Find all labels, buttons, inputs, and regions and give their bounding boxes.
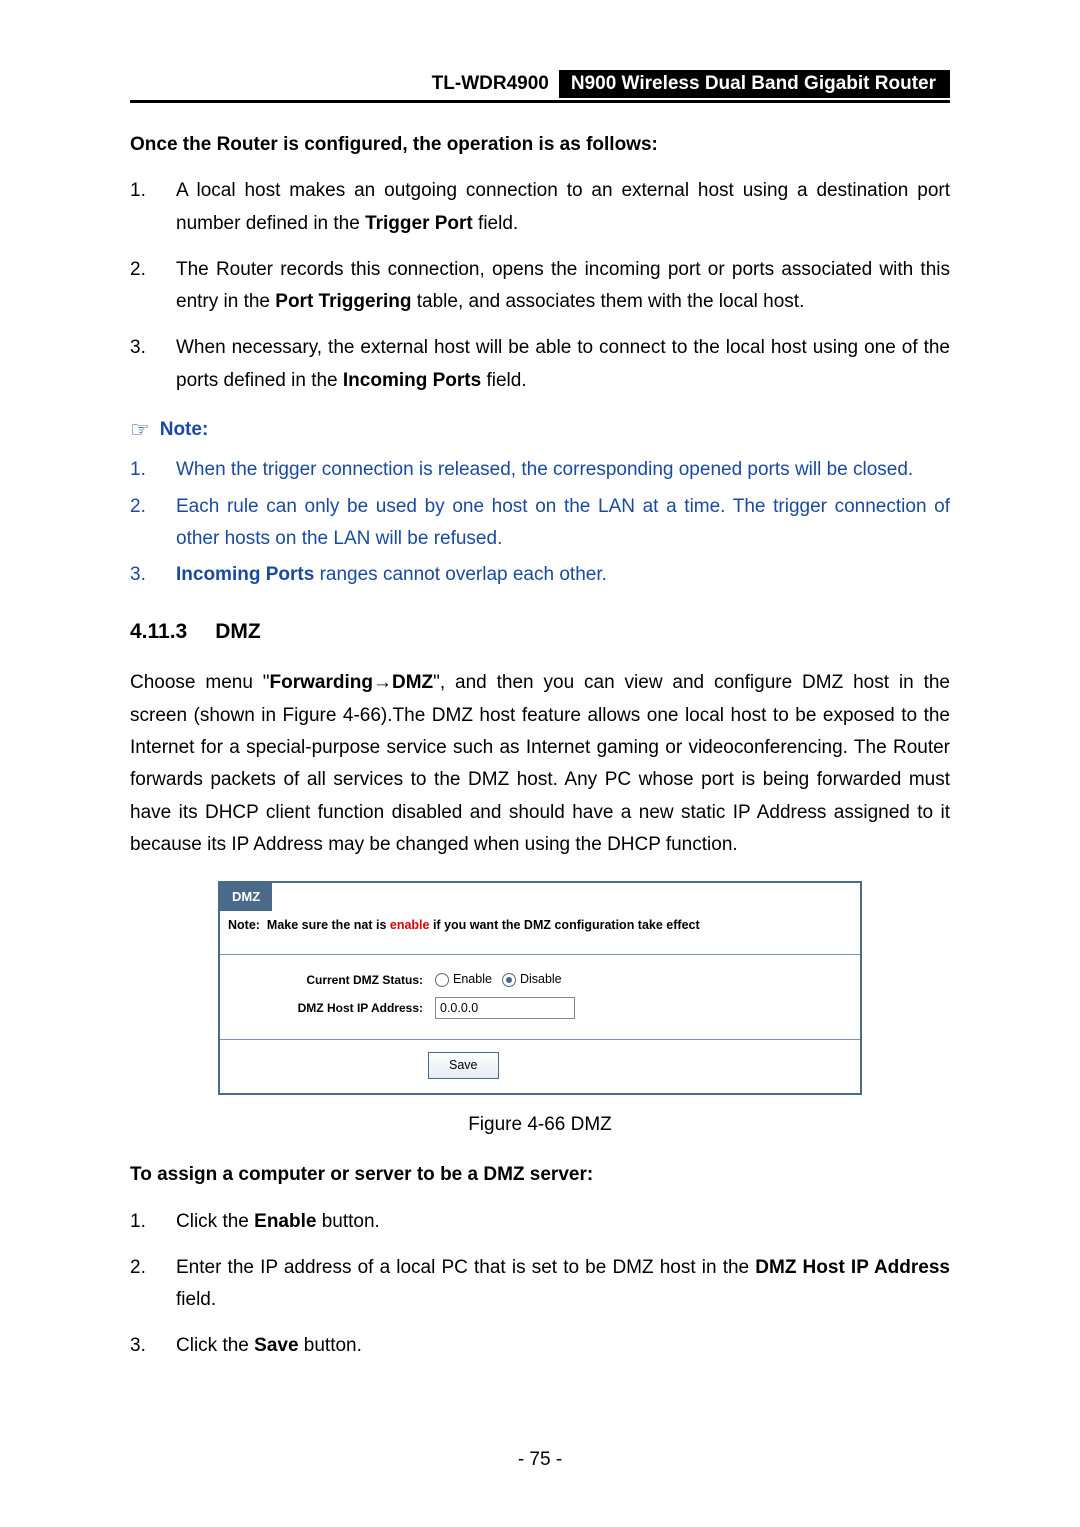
radio-label: Disable — [520, 969, 562, 990]
list-item: 2. The Router records this connection, o… — [130, 254, 950, 319]
dmz-status-label: Current DMZ Status: — [228, 970, 435, 990]
figure-caption: Figure 4-66 DMZ — [130, 1109, 950, 1141]
step-text: Enter the IP address of a local PC that … — [176, 1252, 950, 1317]
section-number: 4.11.3 — [130, 620, 187, 643]
list-item: 1. A local host makes an outgoing connec… — [130, 175, 950, 240]
radio-icon — [435, 973, 449, 987]
note-text: Each rule can only be used by one host o… — [176, 491, 950, 556]
assign-steps: 1. Click the Enable button. 2. Enter the… — [130, 1206, 950, 1363]
step-number: 3. — [130, 332, 176, 397]
dmz-ip-label: DMZ Host IP Address: — [228, 998, 435, 1018]
step-number: 2. — [130, 1252, 176, 1317]
disable-radio[interactable]: Disable — [502, 969, 562, 990]
dmz-paragraph: Choose menu "Forwarding→DMZ", and then y… — [130, 667, 950, 861]
radio-icon — [502, 973, 516, 987]
operation-intro: Once the Router is configured, the opera… — [130, 129, 950, 161]
list-item: 3. Click the Save button. — [130, 1330, 950, 1362]
step-number: 1. — [130, 175, 176, 240]
dmz-body: Current DMZ Status: Enable Disable DMZ H… — [220, 955, 860, 1039]
save-button[interactable]: Save — [428, 1052, 499, 1079]
step-text: Click the Enable button. — [176, 1206, 950, 1238]
product-name: N900 Wireless Dual Band Gigabit Router — [559, 70, 950, 98]
list-item: 3. When necessary, the external host wil… — [130, 332, 950, 397]
dmz-ip-row: DMZ Host IP Address: 0.0.0.0 — [228, 997, 852, 1019]
step-text: Click the Save button. — [176, 1330, 950, 1362]
list-item: 2. Each rule can only be used by one hos… — [130, 491, 950, 556]
note-list: 1. When the trigger connection is releas… — [130, 454, 950, 591]
page-number: - 75 - — [0, 1449, 1080, 1471]
dmz-note: Note: Make sure the nat is enable if you… — [220, 911, 860, 955]
assign-title: To assign a computer or server to be a D… — [130, 1159, 950, 1191]
step-number: 3. — [130, 1330, 176, 1362]
step-text: A local host makes an outgoing connectio… — [176, 175, 950, 240]
operation-steps: 1. A local host makes an outgoing connec… — [130, 175, 950, 397]
section-title: DMZ — [215, 620, 261, 643]
section-heading: 4.11.3 DMZ — [130, 614, 950, 650]
step-number: 1. — [130, 1206, 176, 1238]
radio-label: Enable — [453, 969, 492, 990]
note-heading: ☞ Note: — [130, 411, 950, 448]
list-item: 3. Incoming Ports ranges cannot overlap … — [130, 559, 950, 591]
note-label: Note: — [160, 414, 209, 446]
step-number: 2. — [130, 254, 176, 319]
step-number: 1. — [130, 454, 176, 486]
model-number: TL-WDR4900 — [432, 73, 559, 95]
dmz-ip-input[interactable]: 0.0.0.0 — [435, 997, 575, 1019]
dmz-panel: DMZ Note: Make sure the nat is enable if… — [218, 881, 862, 1095]
enable-radio[interactable]: Enable — [435, 969, 492, 990]
dmz-tab: DMZ — [220, 883, 860, 911]
list-item: 1. When the trigger connection is releas… — [130, 454, 950, 486]
page-content: Once the Router is configured, the opera… — [130, 129, 950, 1363]
page: TL-WDR4900 N900 Wireless Dual Band Gigab… — [0, 0, 1080, 1527]
step-text: When necessary, the external host will b… — [176, 332, 950, 397]
note-text: When the trigger connection is released,… — [176, 454, 950, 486]
step-text: The Router records this connection, open… — [176, 254, 950, 319]
pointing-hand-icon: ☞ — [130, 411, 150, 448]
dmz-footer: Save — [220, 1040, 860, 1093]
step-number: 2. — [130, 491, 176, 556]
list-item: 2. Enter the IP address of a local PC th… — [130, 1252, 950, 1317]
step-number: 3. — [130, 559, 176, 591]
note-text: Incoming Ports ranges cannot overlap eac… — [176, 559, 950, 591]
dmz-status-row: Current DMZ Status: Enable Disable — [228, 969, 852, 990]
list-item: 1. Click the Enable button. — [130, 1206, 950, 1238]
page-header: TL-WDR4900 N900 Wireless Dual Band Gigab… — [130, 70, 950, 103]
